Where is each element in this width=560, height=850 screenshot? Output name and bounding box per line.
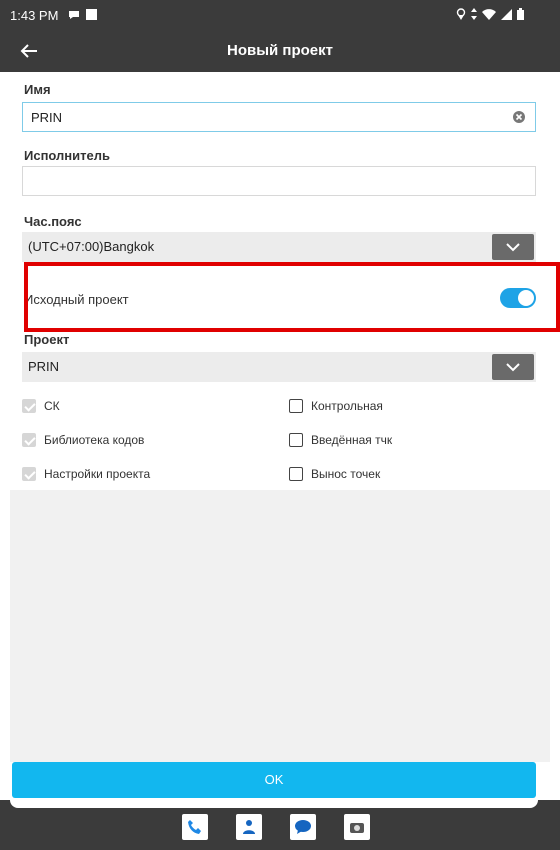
- camera-icon[interactable]: [344, 814, 370, 840]
- checkbox-box[interactable]: [22, 433, 36, 447]
- chevron-down-icon: [506, 362, 520, 371]
- page-title: Новый проект: [227, 42, 333, 59]
- checkbox-label: Библиотека кодов: [44, 433, 145, 447]
- taskbar: [0, 800, 560, 850]
- ok-button[interactable]: OK: [12, 762, 536, 798]
- battery-icon: [517, 8, 524, 23]
- cell-signal-icon: [501, 8, 512, 23]
- timezone-select[interactable]: (UTC+07:00)Bangkok: [22, 232, 536, 262]
- wifi-icon: [482, 8, 496, 23]
- source-project-label: Исходный проект: [24, 292, 129, 307]
- notification-square-icon: [86, 8, 97, 23]
- new-project-form: Имя PRIN Исполнитель Час.пояс (UTC+07:00…: [10, 72, 550, 490]
- checkbox-box[interactable]: [289, 467, 303, 481]
- checkbox-box[interactable]: [22, 467, 36, 481]
- checkbox-control[interactable]: Контрольная: [289, 399, 383, 413]
- checkbox-entered-point[interactable]: Введённая тчк: [289, 433, 392, 447]
- main-content: Имя PRIN Исполнитель Час.пояс (UTC+07:00…: [10, 72, 550, 762]
- name-input[interactable]: PRIN: [22, 102, 536, 132]
- checkbox-label: СК: [44, 399, 60, 413]
- executor-input[interactable]: [22, 166, 536, 196]
- checkbox-label: Настройки проекта: [44, 467, 151, 481]
- project-select[interactable]: PRIN: [22, 352, 536, 382]
- project-dropdown-button[interactable]: [492, 354, 534, 380]
- checkbox-box[interactable]: [289, 433, 303, 447]
- signal-arrows-icon: [471, 8, 477, 23]
- phone-icon[interactable]: [182, 814, 208, 840]
- checkbox-sk[interactable]: СК: [22, 399, 60, 413]
- name-label: Имя: [24, 82, 51, 97]
- timezone-label: Час.пояс: [24, 214, 82, 229]
- checkbox-label: Контрольная: [311, 399, 383, 413]
- timezone-value: (UTC+07:00)Bangkok: [28, 239, 155, 254]
- checkbox-stakeout-points[interactable]: Вынос точек: [289, 467, 380, 481]
- chat-icon[interactable]: [290, 814, 316, 840]
- location-icon: [456, 8, 466, 23]
- app-bar: Новый проект: [0, 30, 560, 72]
- chevron-down-icon: [506, 242, 520, 251]
- source-project-row: Исходный проект: [22, 260, 536, 312]
- source-project-toggle[interactable]: [500, 288, 536, 308]
- executor-label: Исполнитель: [24, 148, 110, 163]
- status-bar: 1:43 PM: [0, 0, 560, 30]
- project-value: PRIN: [28, 359, 60, 374]
- checkbox-box[interactable]: [289, 399, 303, 413]
- clear-icon[interactable]: [511, 109, 527, 125]
- name-input-value: PRIN: [31, 110, 63, 125]
- contacts-icon[interactable]: [236, 814, 262, 840]
- checkbox-label: Вынос точек: [311, 467, 381, 481]
- checkbox-label: Введённая тчк: [311, 433, 393, 447]
- checkbox-box[interactable]: [22, 399, 36, 413]
- timezone-dropdown-button[interactable]: [492, 234, 534, 260]
- checkbox-code-library[interactable]: Библиотека кодов: [22, 433, 144, 447]
- project-label: Проект: [24, 332, 70, 347]
- toggle-knob: [518, 290, 534, 306]
- message-icon: [68, 8, 80, 23]
- checkbox-project-settings[interactable]: Настройки проекта: [22, 467, 150, 481]
- taskbar-divider: [10, 800, 538, 808]
- status-time: 1:43 PM: [10, 8, 59, 23]
